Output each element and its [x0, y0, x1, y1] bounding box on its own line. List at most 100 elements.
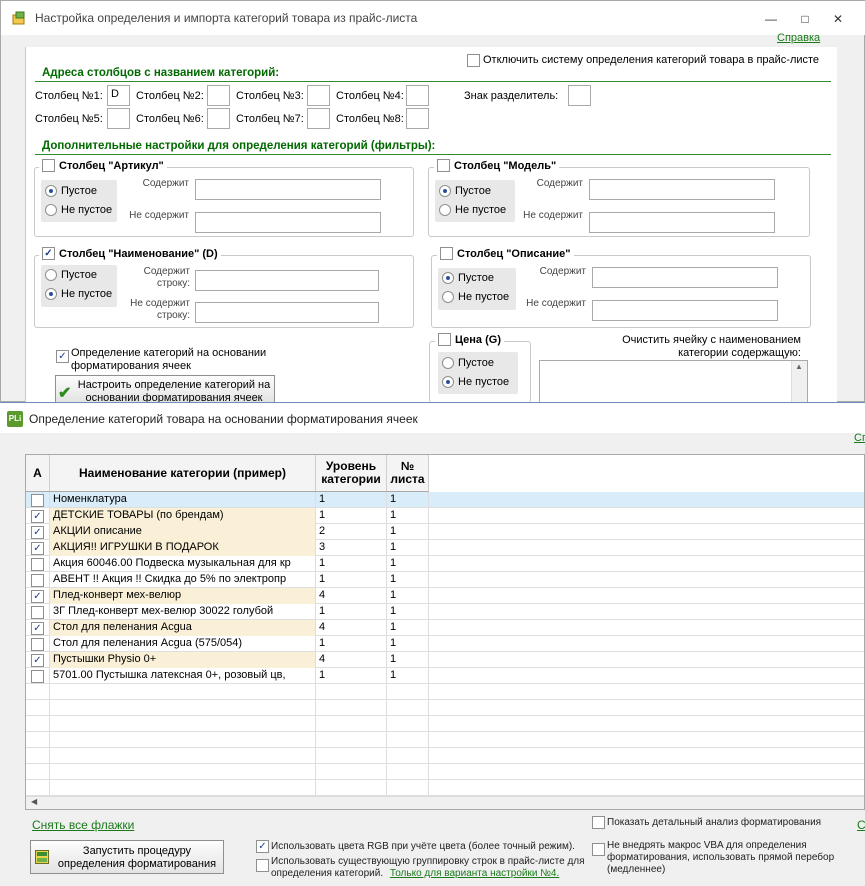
filter-model-contains-input[interactable]	[589, 179, 775, 200]
table-row[interactable]: Номенклатура 1 1	[26, 492, 864, 508]
table-row[interactable]: ✓ Плед-конверт мех-велюр 4 1	[26, 588, 864, 604]
column-4-input[interactable]	[406, 85, 429, 106]
row-sheet-cell[interactable]: 1	[387, 492, 429, 508]
row-name-cell[interactable]: Пустышки Physio 0+	[50, 652, 316, 668]
column-8-input[interactable]	[406, 108, 429, 129]
table-row[interactable]: ✓ АКЦИИ описание 2 1	[26, 524, 864, 540]
row-sheet-cell[interactable]: 1	[387, 508, 429, 524]
filter-price-not-empty-radio[interactable]: Не пустое	[442, 376, 509, 388]
filter-name-contains-input[interactable]	[195, 270, 379, 291]
row-sheet-cell[interactable]: 1	[387, 652, 429, 668]
row-name-cell[interactable]: АКЦИИ описание	[50, 524, 316, 540]
row-sheet-cell[interactable]: 1	[387, 604, 429, 620]
row-sheet-cell[interactable]: 1	[387, 540, 429, 556]
no-vba-checkbox[interactable]	[592, 843, 605, 856]
row-sheet-cell[interactable]: 1	[387, 668, 429, 684]
filter-desc-not-empty-radio[interactable]: Не пустое	[442, 291, 509, 303]
row-name-cell[interactable]: 5701.00 Пустышка латексная 0+, розовый ц…	[50, 668, 316, 684]
filter-article-empty-radio[interactable]: Пустое	[45, 185, 97, 197]
table-row[interactable]: ✓ Пустышки Physio 0+ 4 1	[26, 652, 864, 668]
filter-price-title[interactable]: Цена (G)	[435, 333, 504, 346]
row-sheet-cell[interactable]: 1	[387, 524, 429, 540]
filter-model-not-empty-radio[interactable]: Не пустое	[439, 204, 506, 216]
column-1-input[interactable]: D	[107, 85, 130, 106]
row-level-cell[interactable]: 1	[316, 668, 387, 684]
filter-article-not-contains-input[interactable]	[195, 212, 381, 233]
column-3-input[interactable]	[307, 85, 330, 106]
filter-name-title[interactable]: ✓ Столбец "Наименование" (D)	[39, 247, 221, 260]
format-based-checkbox[interactable]: ✓	[56, 350, 69, 363]
help-link[interactable]: Справка	[777, 32, 820, 44]
filter-model-title[interactable]: Столбец "Модель"	[434, 159, 560, 172]
filter-article-not-empty-radio[interactable]: Не пустое	[45, 204, 112, 216]
row-checkbox[interactable]: ✓	[31, 653, 44, 667]
minimize-icon[interactable]: —	[760, 11, 782, 27]
row-sheet-cell[interactable]: 1	[387, 556, 429, 572]
maximize-icon[interactable]: □	[794, 11, 816, 27]
filter-model-empty-radio[interactable]: Пустое	[439, 185, 491, 197]
row-level-cell[interactable]: 4	[316, 652, 387, 668]
row-checkbox[interactable]	[31, 637, 44, 651]
run-procedure-button[interactable]: Запустить процедуру определения форматир…	[30, 840, 224, 874]
col-header-name[interactable]: Наименование категории (пример)	[50, 455, 316, 491]
row-checkbox[interactable]	[31, 573, 44, 587]
close-icon[interactable]: ✕	[827, 11, 849, 27]
filter-name-not-contains-input[interactable]	[195, 302, 379, 323]
row-checkbox[interactable]	[31, 557, 44, 571]
row-sheet-cell[interactable]: 1	[387, 572, 429, 588]
row-checkbox[interactable]	[31, 605, 44, 619]
filter-name-checkbox[interactable]: ✓	[42, 247, 55, 260]
scroll-up-icon[interactable]: ▲	[795, 362, 803, 371]
column-2-input[interactable]	[207, 85, 230, 106]
row-level-cell[interactable]: 1	[316, 572, 387, 588]
table-row[interactable]: Акция 60046.00 Подвеска музыкальная для …	[26, 556, 864, 572]
textarea-scrollbar[interactable]: ▲	[791, 361, 807, 402]
use-rgb-checkbox[interactable]: ✓	[256, 840, 269, 853]
row-name-cell[interactable]: АКЦИЯ!! ИГРУШКИ В ПОДАРОК	[50, 540, 316, 556]
filter-price-checkbox[interactable]	[438, 333, 451, 346]
row-checkbox[interactable]: ✓	[31, 589, 44, 603]
table-row[interactable]: 3Г Плед-конверт мех-велюр 30022 голубой 1…	[26, 604, 864, 620]
col-header-checkbox[interactable]: А	[26, 455, 50, 491]
scroll-left-icon[interactable]: ◀	[31, 797, 37, 806]
row-name-cell[interactable]: Стол для пеленания Acgua (575/054)	[50, 636, 316, 652]
row-level-cell[interactable]: 1	[316, 636, 387, 652]
row-level-cell[interactable]: 2	[316, 524, 387, 540]
column-7-input[interactable]	[307, 108, 330, 129]
row-checkbox[interactable]: ✓	[31, 525, 44, 539]
clear-all-flags-link[interactable]: Снять все флажки	[32, 818, 134, 832]
row-level-cell[interactable]: 1	[316, 508, 387, 524]
filter-name-empty-radio[interactable]: Пустое	[45, 269, 97, 281]
row-name-cell[interactable]: Плед-конверт мех-велюр	[50, 588, 316, 604]
clear-cell-textarea[interactable]: ▲	[539, 360, 808, 403]
filter-article-checkbox[interactable]	[42, 159, 55, 172]
disable-system-checkbox[interactable]	[467, 54, 480, 67]
row-level-cell[interactable]: 1	[316, 556, 387, 572]
format-help-link[interactable]: Сп	[854, 432, 865, 444]
filter-price-empty-radio[interactable]: Пустое	[442, 357, 494, 369]
row-name-cell[interactable]: Акция 60046.00 Подвеска музыкальная для …	[50, 556, 316, 572]
filter-desc-contains-input[interactable]	[592, 267, 778, 288]
column-6-input[interactable]	[207, 108, 230, 129]
filter-name-not-empty-radio[interactable]: Не пустое	[45, 288, 112, 300]
filter-article-contains-input[interactable]	[195, 179, 381, 200]
table-row[interactable]: ✓ ДЕТСКИЕ ТОВАРЫ (по брендам) 1 1	[26, 508, 864, 524]
row-checkbox[interactable]: ✓	[31, 541, 44, 555]
row-name-cell[interactable]: Стол для пеленания Acgua	[50, 620, 316, 636]
category-grid[interactable]: А Наименование категории (пример) Уровен…	[25, 454, 865, 810]
col-header-sheet[interactable]: № листа	[387, 455, 429, 491]
row-name-cell[interactable]: 3Г Плед-конверт мех-велюр 30022 голубой	[50, 604, 316, 620]
column-5-input[interactable]	[107, 108, 130, 129]
separator-input[interactable]	[568, 85, 591, 106]
filter-article-title[interactable]: Столбец "Артикул"	[39, 159, 167, 172]
row-name-cell[interactable]: АВЕНТ !! Акция !! Скидка до 5% по электр…	[50, 572, 316, 588]
filter-model-not-contains-input[interactable]	[589, 212, 775, 233]
filter-desc-empty-radio[interactable]: Пустое	[442, 272, 494, 284]
row-checkbox[interactable]	[31, 493, 44, 507]
row-name-cell[interactable]: ДЕТСКИЕ ТОВАРЫ (по брендам)	[50, 508, 316, 524]
row-checkbox[interactable]	[31, 669, 44, 683]
row-level-cell[interactable]: 4	[316, 620, 387, 636]
row-level-cell[interactable]: 1	[316, 604, 387, 620]
variant-link[interactable]: Только для варианта настройки №4.	[390, 868, 559, 879]
row-name-cell[interactable]: Номенклатура	[50, 492, 316, 508]
